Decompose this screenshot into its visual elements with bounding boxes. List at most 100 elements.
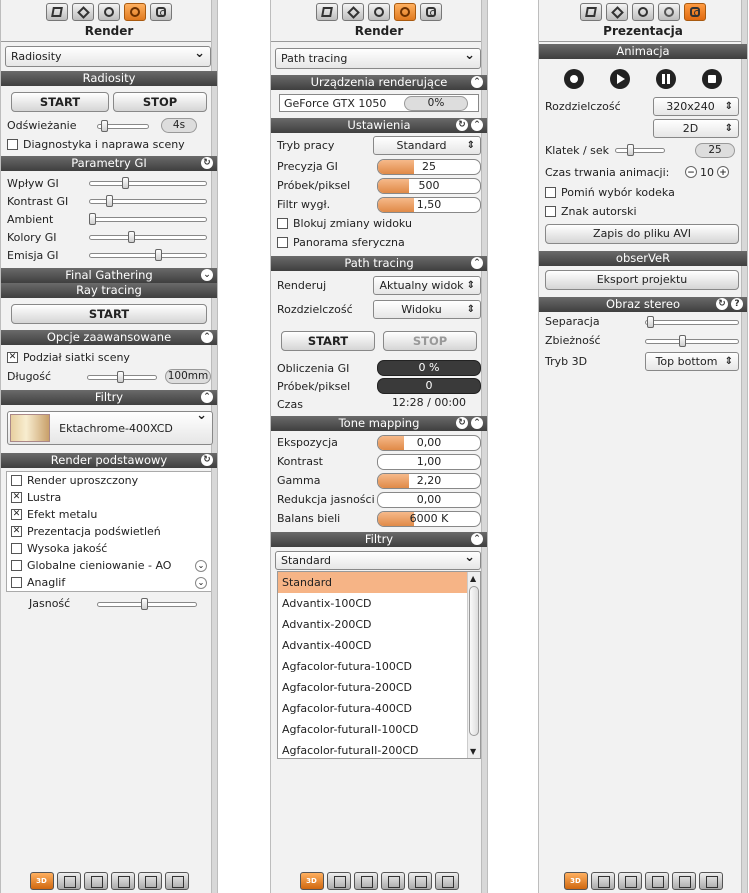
basic-render-checkbox[interactable] <box>11 509 22 520</box>
view-bottom-icon[interactable] <box>698 872 723 890</box>
reset-icon[interactable]: ↻ <box>716 298 728 310</box>
basic-render-checkbox[interactable] <box>11 492 22 503</box>
path-start-button[interactable]: START <box>281 331 375 351</box>
view-top-icon[interactable] <box>407 872 432 890</box>
basic-render-checkbox[interactable] <box>11 475 22 486</box>
settings-value-field[interactable]: 1,50 <box>377 196 481 213</box>
filter-option[interactable]: Advantix-100CD <box>278 593 467 614</box>
basic-render-checkbox[interactable] <box>11 560 22 571</box>
tab-document-icon[interactable] <box>316 3 338 21</box>
diag-checkbox[interactable] <box>7 139 18 150</box>
path-stop-button[interactable]: STOP <box>383 331 477 351</box>
radiosity-start-button[interactable]: START <box>11 92 109 112</box>
brightness-slider[interactable] <box>97 597 197 610</box>
view-bottom-icon[interactable] <box>164 872 189 890</box>
tone-value-field[interactable]: 0,00 <box>377 491 481 508</box>
reset-icon[interactable]: ↻ <box>201 454 213 466</box>
final-gathering-header[interactable]: Final Gathering ⌄ <box>1 268 217 283</box>
watermark-checkbox[interactable] <box>545 206 556 217</box>
panorama-row[interactable]: Panorama sferyczna <box>271 233 487 252</box>
settings-value-field[interactable]: 500 <box>377 177 481 194</box>
basic-render-item[interactable]: Globalne cieniowanie - AO ⌄ <box>7 557 211 574</box>
diag-row[interactable]: Diagnostyka i naprawa sceny <box>1 135 217 154</box>
panel-resize-strip[interactable] <box>741 0 747 893</box>
resolution-select[interactable]: Widoku <box>373 299 481 319</box>
panorama-checkbox[interactable] <box>277 237 288 248</box>
view-back-icon[interactable] <box>644 872 669 890</box>
basic-render-item[interactable]: Anaglif ⌄ <box>7 574 211 591</box>
collapse-icon[interactable]: ⌃ <box>201 391 213 403</box>
gi-param-slider[interactable] <box>89 177 207 189</box>
film-filter-select[interactable]: Ektachrome-400XCD <box>7 411 213 445</box>
render-mode-select[interactable]: Radiosity <box>5 46 211 67</box>
mesh-checkbox[interactable] <box>7 352 18 363</box>
ray-tracing-start-button[interactable]: START <box>11 304 207 324</box>
radiosity-stop-button[interactable]: STOP <box>113 92 207 112</box>
tab-diamond-icon[interactable] <box>606 3 628 21</box>
tab-render-icon[interactable] <box>394 3 416 21</box>
tone-value-field[interactable]: 6000 K <box>377 510 481 527</box>
tab-diamond-icon[interactable] <box>72 3 94 21</box>
view-side-icon[interactable] <box>353 872 378 890</box>
watermark-row[interactable]: Znak autorski <box>539 202 747 221</box>
reset-icon[interactable]: ↻ <box>201 157 213 169</box>
skip-codec-checkbox[interactable] <box>545 187 556 198</box>
mode3d-select[interactable]: Top bottom <box>645 351 739 371</box>
tab-bulb-icon[interactable] <box>632 3 654 21</box>
filter-option[interactable]: Advantix-400CD <box>278 635 467 656</box>
expand-icon[interactable]: ⌄ <box>201 269 213 281</box>
gi-param-slider[interactable] <box>89 249 207 261</box>
gi-param-slider[interactable] <box>89 213 207 225</box>
basic-render-item[interactable]: Lustra <box>7 489 211 506</box>
gi-param-slider[interactable] <box>89 231 207 243</box>
filter-option[interactable]: Agfacolor-futuraII-200CD <box>278 740 467 761</box>
tab-document-icon[interactable] <box>46 3 68 21</box>
basic-render-item[interactable]: Render uproszczony <box>7 472 211 489</box>
decrease-icon[interactable]: − <box>685 166 697 178</box>
device-row[interactable]: GeForce GTX 1050 0% <box>279 94 479 112</box>
play-icon[interactable] <box>610 69 630 89</box>
basic-render-checkbox[interactable] <box>11 543 22 554</box>
filter-option[interactable]: Agfacolor-futura-100CD <box>278 656 467 677</box>
tab-camera-icon[interactable] <box>150 3 172 21</box>
tab-camera-icon[interactable] <box>684 3 706 21</box>
mesh-row[interactable]: Podział siatki sceny <box>1 348 217 367</box>
lock-view-checkbox[interactable] <box>277 218 288 229</box>
separation-slider[interactable] <box>645 315 739 328</box>
view-side-icon[interactable] <box>83 872 108 890</box>
tab-render-icon[interactable] <box>124 3 146 21</box>
tab-bulb-icon[interactable] <box>368 3 390 21</box>
view-front-icon[interactable] <box>590 872 615 890</box>
render-mode-select[interactable]: Path tracing <box>275 48 481 69</box>
record-icon[interactable] <box>564 69 584 89</box>
filter-option[interactable]: Advantix-200CD <box>278 614 467 635</box>
view-back-icon[interactable] <box>380 872 405 890</box>
help-icon[interactable]: ? <box>731 298 743 310</box>
refresh-slider[interactable] <box>97 119 149 132</box>
view-side-icon[interactable] <box>617 872 642 890</box>
collapse-icon[interactable]: ⌃ <box>471 119 483 131</box>
collapse-icon[interactable]: ⌃ <box>471 417 483 429</box>
convergence-slider[interactable] <box>645 334 739 347</box>
tone-value-field[interactable]: 0,00 <box>377 434 481 451</box>
collapse-icon[interactable]: ⌃ <box>471 257 483 269</box>
basic-render-item[interactable]: Wysoka jakość <box>7 540 211 557</box>
view-back-icon[interactable] <box>110 872 135 890</box>
panel-resize-strip[interactable] <box>481 0 487 893</box>
stop-icon[interactable] <box>702 69 722 89</box>
view-3d-icon[interactable]: 3D <box>299 872 324 890</box>
filter-option[interactable]: Agfacolor-futuraII-100CD <box>278 719 467 740</box>
view-front-icon[interactable] <box>326 872 351 890</box>
basic-render-item[interactable]: Efekt metalu <box>7 506 211 523</box>
expand-icon[interactable]: ⌄ <box>195 559 207 572</box>
panel-resize-strip[interactable] <box>211 0 217 893</box>
settings-value-field[interactable]: 25 <box>377 158 481 175</box>
filter-select[interactable]: Standard <box>275 551 481 570</box>
view-front-icon[interactable] <box>56 872 81 890</box>
increase-icon[interactable]: + <box>717 166 729 178</box>
view-bottom-icon[interactable] <box>434 872 459 890</box>
tab-bulb-icon[interactable] <box>98 3 120 21</box>
expand-icon[interactable]: ⌄ <box>195 576 207 589</box>
view-3d-icon[interactable]: 3D <box>563 872 588 890</box>
view-top-icon[interactable] <box>671 872 696 890</box>
